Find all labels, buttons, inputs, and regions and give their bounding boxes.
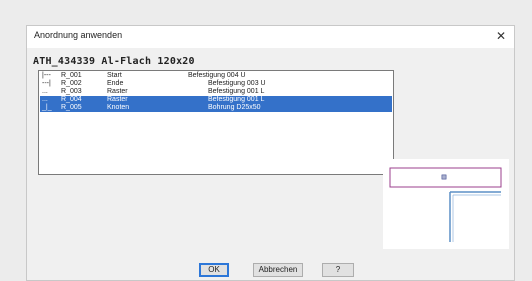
row-type: Knoten: [107, 104, 130, 111]
row-type: Start: [107, 72, 122, 79]
list-item[interactable]: ... R_003 Raster Befestigung 001 L: [40, 88, 392, 96]
row-id: R_004: [61, 96, 82, 103]
row-id: R_001: [61, 72, 82, 79]
row-prefix: _|_: [42, 104, 52, 111]
row-prefix: |---: [42, 72, 51, 79]
arrangement-list[interactable]: |--- R_001 Start Befestigung 004 U ---| …: [38, 70, 394, 175]
row-prefix: ---|: [42, 80, 51, 87]
dialog-titlebar: Anordnung anwenden ✕: [27, 26, 514, 48]
row-detail: Befestigung 001 L: [208, 88, 265, 95]
arrangement-dialog: Anordnung anwenden ✕ ATH_434339 Al-Flach…: [26, 25, 515, 281]
dialog-title: Anordnung anwenden: [34, 30, 123, 40]
row-detail: Bohrung D25x50: [208, 104, 261, 111]
list-item[interactable]: |--- R_001 Start Befestigung 004 U: [40, 72, 392, 80]
row-prefix: ...: [42, 88, 48, 95]
list-item[interactable]: ---| R_002 Ende Befestigung 003 U: [40, 80, 392, 88]
list-item-selected[interactable]: _|_ R_005 Knoten Bohrung D25x50: [40, 104, 392, 112]
profile-outline: [389, 167, 502, 188]
close-icon[interactable]: ✕: [494, 28, 508, 44]
row-type: Ende: [107, 80, 124, 87]
row-prefix: ...: [42, 96, 48, 103]
row-type: Raster: [107, 88, 128, 95]
help-button[interactable]: ?: [322, 263, 354, 277]
profile-drawing: [389, 167, 502, 242]
row-type: Raster: [107, 96, 128, 103]
row-id: R_005: [61, 104, 82, 111]
row-id: R_002: [61, 80, 82, 87]
cancel-button[interactable]: Abbrechen: [253, 263, 303, 277]
row-detail: Befestigung 003 U: [208, 80, 266, 87]
row-detail: Befestigung 001 L: [208, 96, 265, 103]
list-item-selected[interactable]: ... R_004 Raster Befestigung 001 L: [40, 96, 392, 104]
ok-button[interactable]: OK: [199, 263, 229, 277]
row-detail: Befestigung 004 U: [188, 72, 246, 79]
profile-preview: [383, 159, 509, 249]
row-id: R_003: [61, 88, 82, 95]
profile-heading: ATH_434339 Al-Flach 120x20: [33, 56, 195, 67]
